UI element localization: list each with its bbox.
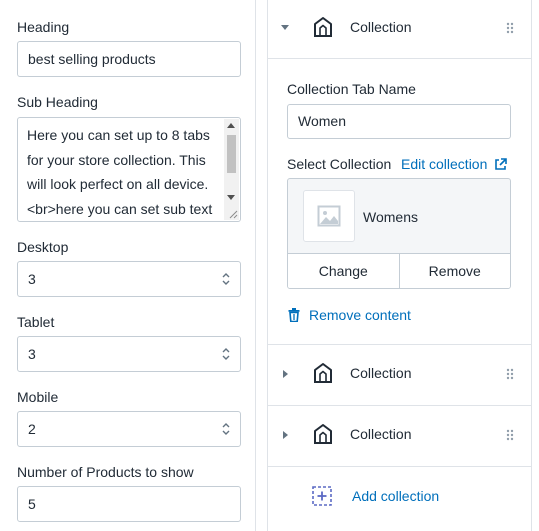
remove-content-link[interactable]: Remove content [288,306,411,324]
heading-label: Heading [17,19,70,35]
resize-grip-icon[interactable] [229,210,238,219]
add-collection-button[interactable]: Add collection [312,486,439,506]
collection-block-header-3[interactable]: Collection [268,407,531,465]
divider [268,405,531,406]
drag-handle-icon[interactable] [506,429,514,441]
image-placeholder-icon [317,205,341,227]
add-collection-text: Add collection [352,488,440,504]
collection-block-header-1[interactable]: Collection [268,0,531,58]
remove-button[interactable]: Remove [398,254,511,288]
collection-block-header-2[interactable]: Collection [268,346,531,404]
mobile-label: Mobile [17,389,59,405]
collection-icon [314,424,332,444]
tablet-select-value: 3 [28,346,36,362]
caret-right-icon[interactable] [282,430,290,440]
sub-heading-label: Sub Heading [17,94,98,110]
collection-thumbnail [303,190,355,242]
scroll-down-arrow-icon[interactable] [227,195,235,200]
divider [268,344,531,345]
select-collection-label: Select Collection [287,156,392,172]
select-arrows-icon [222,423,230,435]
drag-handle-icon[interactable] [506,22,514,34]
remove-content-text: Remove content [309,307,411,323]
products-count-label: Number of Products to show [17,464,194,480]
mobile-select-value: 2 [28,421,36,437]
tablet-label: Tablet [17,314,55,330]
trash-icon [288,308,300,322]
select-arrows-icon [222,348,230,360]
tablet-select[interactable]: 3 [17,336,241,372]
blocks-panel: Collection Collection Tab Name Women Sel… [267,0,532,531]
add-block-icon [312,486,332,506]
change-button[interactable]: Change [288,254,399,288]
mobile-select[interactable]: 2 [17,411,241,447]
caret-down-icon[interactable] [280,24,290,32]
sub-heading-textarea[interactable]: Here you can set up to 8 tabs for your s… [17,117,241,222]
collection-icon [314,17,332,37]
selected-collection-name: Womens [363,209,418,225]
desktop-select[interactable]: 3 [17,261,241,297]
section-settings-panel: Heading Sub Heading Here you can set up … [0,0,256,531]
selected-collection-card: Womens Change Remove [287,178,511,289]
external-link-icon [495,157,508,170]
block-title: Collection [350,365,412,381]
block-title: Collection [350,426,412,442]
tab-name-input[interactable]: Women [287,104,511,139]
block-title: Collection [350,19,412,35]
desktop-label: Desktop [17,239,69,255]
scroll-thumb[interactable] [227,135,236,173]
heading-input[interactable] [17,41,241,77]
select-arrows-icon [222,273,230,285]
textarea-scrollbar[interactable] [224,119,239,220]
edit-collection-text: Edit collection [401,156,488,172]
divider [268,466,531,467]
products-count-input[interactable] [17,486,241,522]
tab-name-label: Collection Tab Name [287,81,416,97]
desktop-select-value: 3 [28,271,36,287]
divider [268,58,531,59]
caret-right-icon[interactable] [282,369,290,379]
edit-collection-link[interactable]: Edit collection [401,156,508,172]
drag-handle-icon[interactable] [506,368,514,380]
scroll-up-arrow-icon[interactable] [227,123,235,128]
sub-heading-text: Here you can set up to 8 tabs for your s… [27,127,213,217]
collection-icon [314,363,332,383]
collection-card-actions: Change Remove [288,253,511,288]
